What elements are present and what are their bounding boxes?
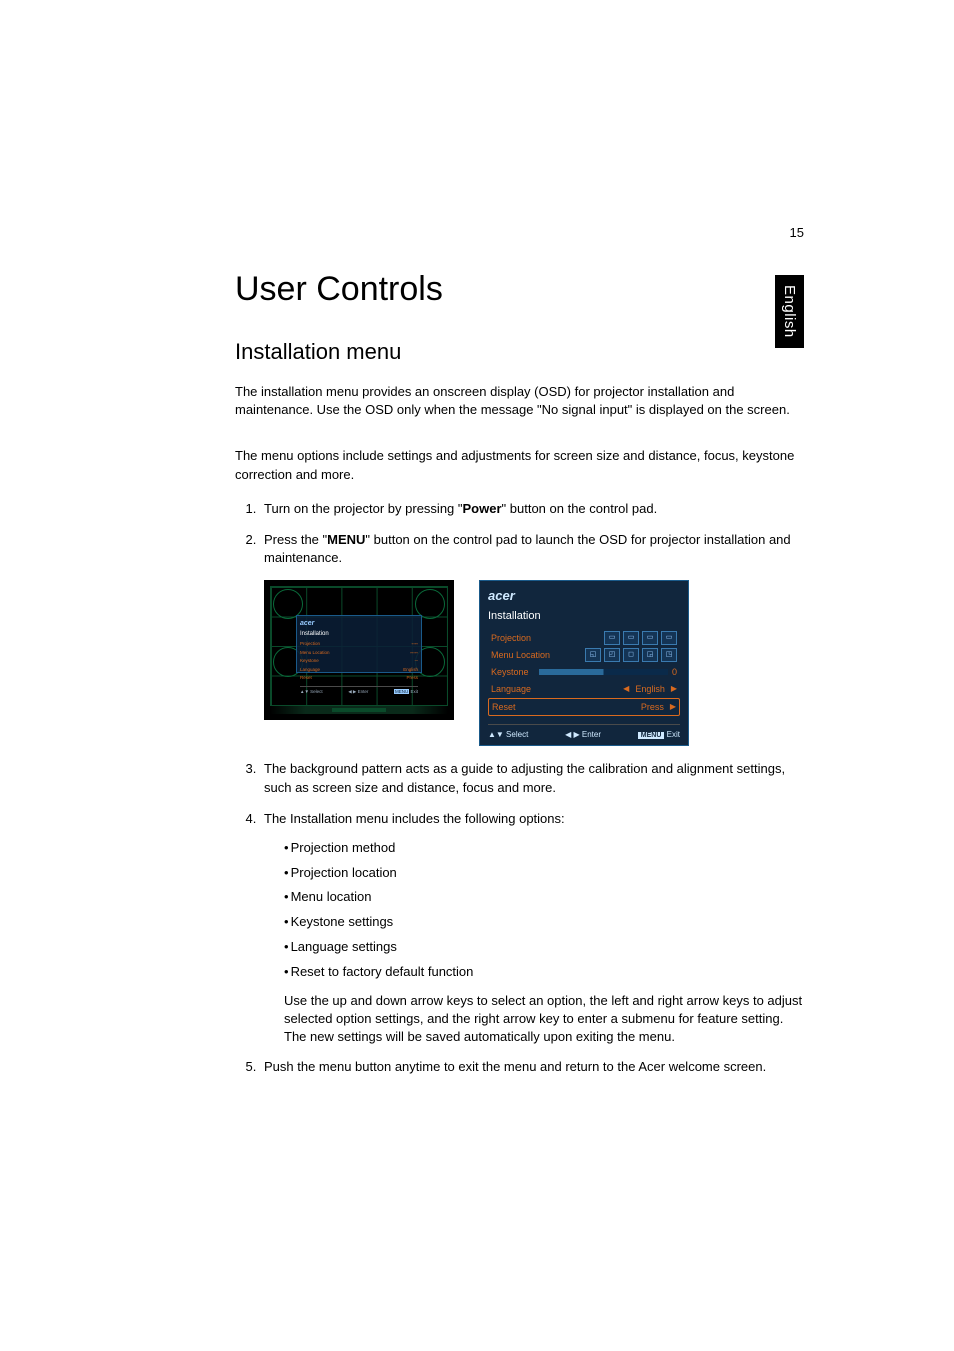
osd-reset-label: Reset	[492, 701, 516, 714]
osd-logo: acer	[488, 587, 680, 606]
osd-menuloc-label: Menu Location	[491, 649, 550, 662]
step-5: Push the menu button anytime to exit the…	[260, 1058, 804, 1077]
proj-bottom-bar	[270, 706, 448, 714]
osd-projection-label: Projection	[491, 632, 531, 645]
bullet-projection-location: Projection location	[284, 864, 804, 883]
figure-calibration-pattern: acer Installation Projection▫▫▫▫ Menu Lo…	[264, 580, 454, 720]
keystone-slider	[539, 669, 668, 675]
bullet-reset-factory: Reset to factory default function	[284, 963, 804, 982]
step-1-post: " button on the control pad.	[502, 501, 658, 516]
bullet-projection-method: Projection method	[284, 839, 804, 858]
osd-select-hint: ▲▼ Select	[488, 729, 528, 741]
projection-icon-1: ▭	[604, 631, 620, 645]
mini-osd-logo: acer	[300, 619, 418, 629]
mini-reset-label: Reset	[300, 675, 312, 682]
osd-row-menu-location: Menu Location ◱ ◰ ◻ ◲ ◳	[488, 647, 680, 663]
osd-footer: ▲▼ Select ◀ ▶ Enter MENU Exit	[488, 724, 680, 741]
reset-right-arrow-icon: ▶	[670, 701, 676, 713]
images-row: acer Installation Projection▫▫▫▫ Menu Lo…	[264, 580, 804, 746]
osd-language-label: Language	[491, 683, 531, 696]
step-4-subpara: Use the up and down arrow keys to select…	[284, 992, 804, 1047]
lang-left-arrow-icon: ◀	[623, 683, 629, 695]
mini-keystone-label: Keystone	[300, 658, 319, 665]
mini-osd-title: Installation	[300, 630, 418, 639]
bullet-keystone-settings: Keystone settings	[284, 913, 804, 932]
step-1-pre: Turn on the projector by pressing "	[264, 501, 463, 516]
heading-user-controls: User Controls	[235, 270, 804, 309]
mini-enter-hint: ◀ ▶ Enter	[348, 689, 368, 696]
osd-menu-button-icon: MENU	[638, 732, 665, 739]
step-4: The Installation menu includes the follo…	[260, 810, 804, 1046]
intro-paragraph-1: The installation menu provides an onscre…	[235, 383, 804, 419]
menuloc-icon-5: ◳	[661, 648, 677, 662]
osd-exit-label: Exit	[667, 730, 680, 739]
menuloc-icon-1: ◱	[585, 648, 601, 662]
menuloc-icon-4: ◲	[642, 648, 658, 662]
step-2-pre: Press the "	[264, 532, 327, 547]
page-number: 15	[235, 225, 804, 240]
osd-row-language: Language ◀ English ▶	[488, 681, 680, 697]
projection-icon-4: ▭	[661, 631, 677, 645]
heading-installation-menu: Installation menu	[235, 339, 804, 365]
osd-keystone-label: Keystone	[491, 666, 529, 679]
step-1-bold: Power	[463, 501, 502, 516]
intro-paragraph-2: The menu options include settings and ad…	[235, 447, 804, 483]
menuloc-icon-3: ◻	[623, 648, 639, 662]
step-2-bold: MENU	[327, 532, 365, 547]
osd-row-keystone: Keystone 0	[488, 664, 680, 680]
step-1: Turn on the projector by pressing "Power…	[260, 500, 804, 519]
bullet-menu-location: Menu location	[284, 888, 804, 907]
projection-icon-3: ▭	[642, 631, 658, 645]
figure-osd-menu: acer Installation Projection ▭ ▭ ▭ ▭ Men…	[479, 580, 689, 746]
osd-enter-hint: ◀ ▶ Enter	[565, 729, 601, 741]
mini-osd: acer Installation Projection▫▫▫▫ Menu Lo…	[296, 615, 422, 673]
step-3: The background pattern acts as a guide t…	[260, 760, 804, 798]
mini-lang-label: Language	[300, 667, 320, 674]
bullet-language-settings: Language settings	[284, 938, 804, 957]
mini-menuloc-label: Menu Location	[300, 650, 330, 657]
osd-keystone-value: 0	[672, 666, 677, 679]
step-4-bullets: Projection method Projection location Me…	[264, 839, 804, 982]
osd-language-value: English	[635, 683, 665, 696]
osd-reset-value: Press	[641, 701, 664, 714]
lang-right-arrow-icon: ▶	[671, 683, 677, 695]
step-4-intro: The Installation menu includes the follo…	[264, 811, 565, 826]
language-tab: English	[775, 275, 804, 348]
menuloc-icon-2: ◰	[604, 648, 620, 662]
osd-row-projection: Projection ▭ ▭ ▭ ▭	[488, 630, 680, 646]
osd-row-reset: Reset Press ▶	[488, 698, 680, 716]
projection-icon-2: ▭	[623, 631, 639, 645]
mini-select-hint: ▲▼ Select	[300, 689, 323, 696]
step-2: Press the "MENU" button on the control p…	[260, 531, 804, 747]
mini-proj-label: Projection	[300, 641, 320, 648]
osd-title: Installation	[488, 609, 680, 625]
